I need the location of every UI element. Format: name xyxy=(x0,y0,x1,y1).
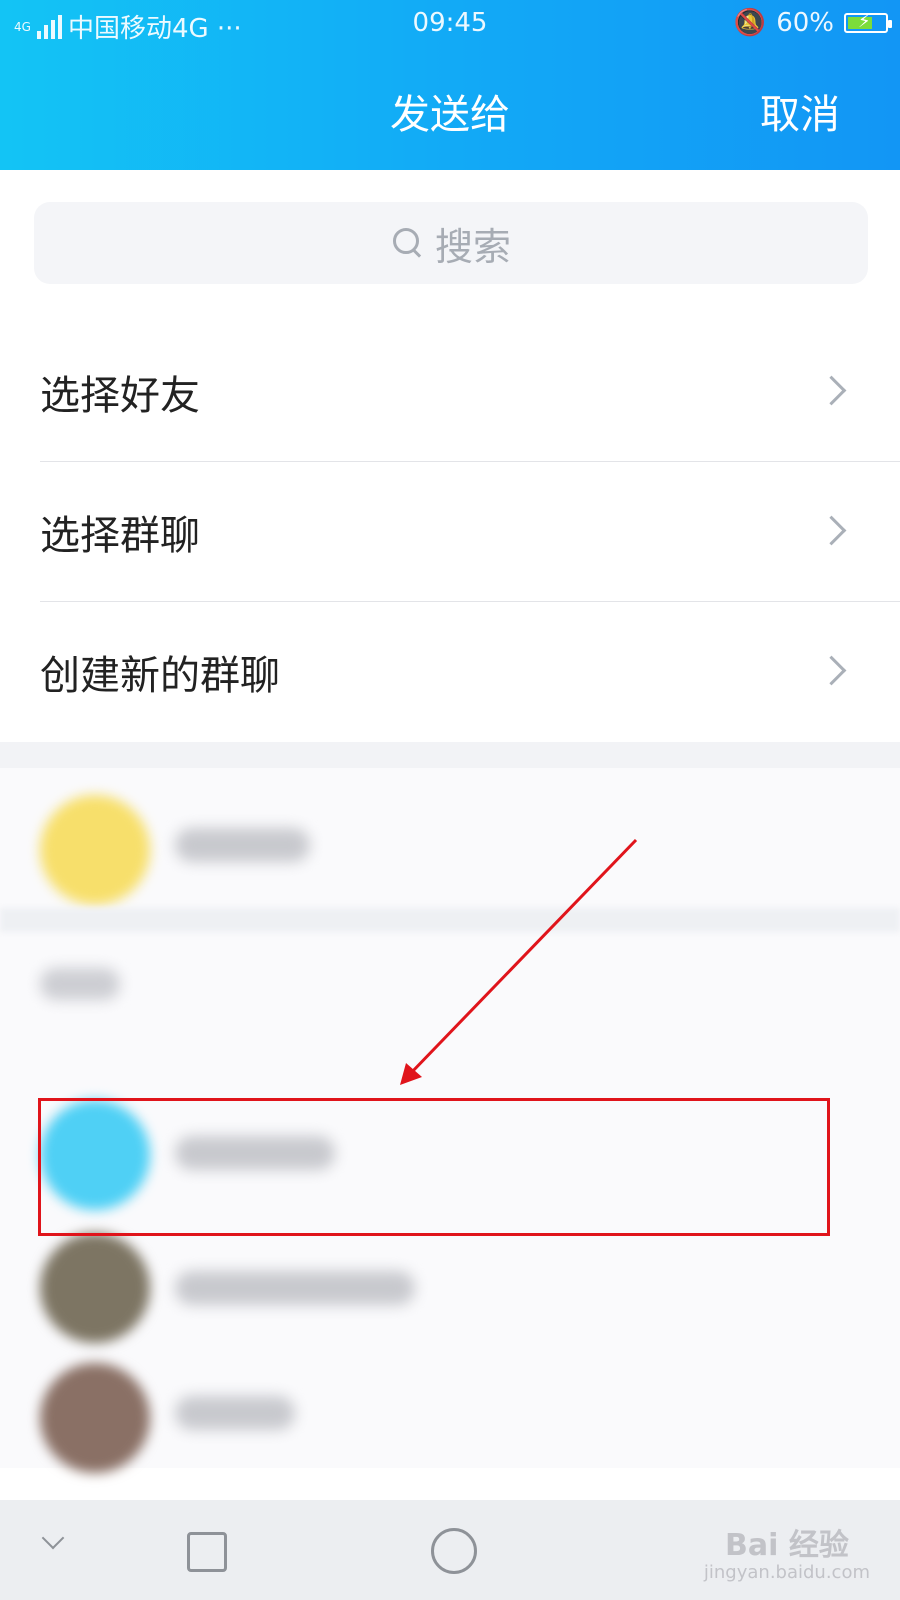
contact-name-blurred xyxy=(175,1136,335,1170)
select-friend-label: 选择好友 xyxy=(40,373,200,419)
list-separator xyxy=(0,908,900,932)
status-bar: 4G 中国移动4G ··· 09:45 🔕 60% ⚡ xyxy=(0,0,900,48)
create-group-label: 创建新的群聊 xyxy=(40,653,280,699)
contact-name-blurred xyxy=(175,1271,415,1305)
recent-contacts-list xyxy=(0,768,900,1473)
contact-item[interactable] xyxy=(40,1358,860,1478)
avatar xyxy=(40,1233,150,1343)
top-bar: 4G 中国移动4G ··· 09:45 🔕 60% ⚡ 发送给 取消 xyxy=(0,0,900,170)
contact-name-blurred xyxy=(175,828,310,862)
avatar xyxy=(40,1100,150,1210)
share-target-menu: 选择好友 选择群聊 创建新的群聊 xyxy=(0,322,900,742)
home-icon[interactable] xyxy=(431,1528,477,1574)
bell-mute-icon: 🔕 xyxy=(733,8,767,38)
search-input[interactable]: 搜索 xyxy=(34,202,868,284)
select-group-row[interactable]: 选择群聊 xyxy=(0,462,900,602)
contact-item[interactable] xyxy=(40,790,860,910)
watermark-url: jingyan.baidu.com xyxy=(703,1562,870,1583)
search-icon xyxy=(391,226,425,260)
chevron-right-icon xyxy=(816,375,847,406)
battery-percent: 60% xyxy=(776,8,834,38)
select-friend-row[interactable]: 选择好友 xyxy=(0,322,900,462)
cancel-button[interactable]: 取消 xyxy=(760,82,840,140)
contact-item-highlighted[interactable] xyxy=(40,1098,860,1218)
select-group-label: 选择群聊 xyxy=(40,513,200,559)
create-group-row[interactable]: 创建新的群聊 xyxy=(0,602,900,742)
watermark: Bai 经验 jingyan.baidu.com xyxy=(704,1520,870,1583)
nav-collapse-icon[interactable] xyxy=(41,1526,65,1550)
chevron-right-icon xyxy=(816,655,847,686)
battery-icon: ⚡ xyxy=(844,11,892,33)
section-header-blurred xyxy=(40,968,120,1000)
contact-name-blurred xyxy=(175,1396,295,1430)
avatar xyxy=(40,1363,150,1473)
chevron-right-icon xyxy=(816,515,847,546)
watermark-brand: Bai 经验 xyxy=(725,1528,849,1563)
search-placeholder: 搜索 xyxy=(434,224,511,269)
system-nav-bar: Bai 经验 jingyan.baidu.com xyxy=(0,1500,900,1600)
avatar xyxy=(40,795,150,905)
status-right: 🔕 60% ⚡ xyxy=(733,8,892,38)
section-divider xyxy=(0,742,900,768)
contact-item[interactable] xyxy=(40,1233,860,1353)
recent-apps-icon[interactable] xyxy=(187,1532,227,1572)
